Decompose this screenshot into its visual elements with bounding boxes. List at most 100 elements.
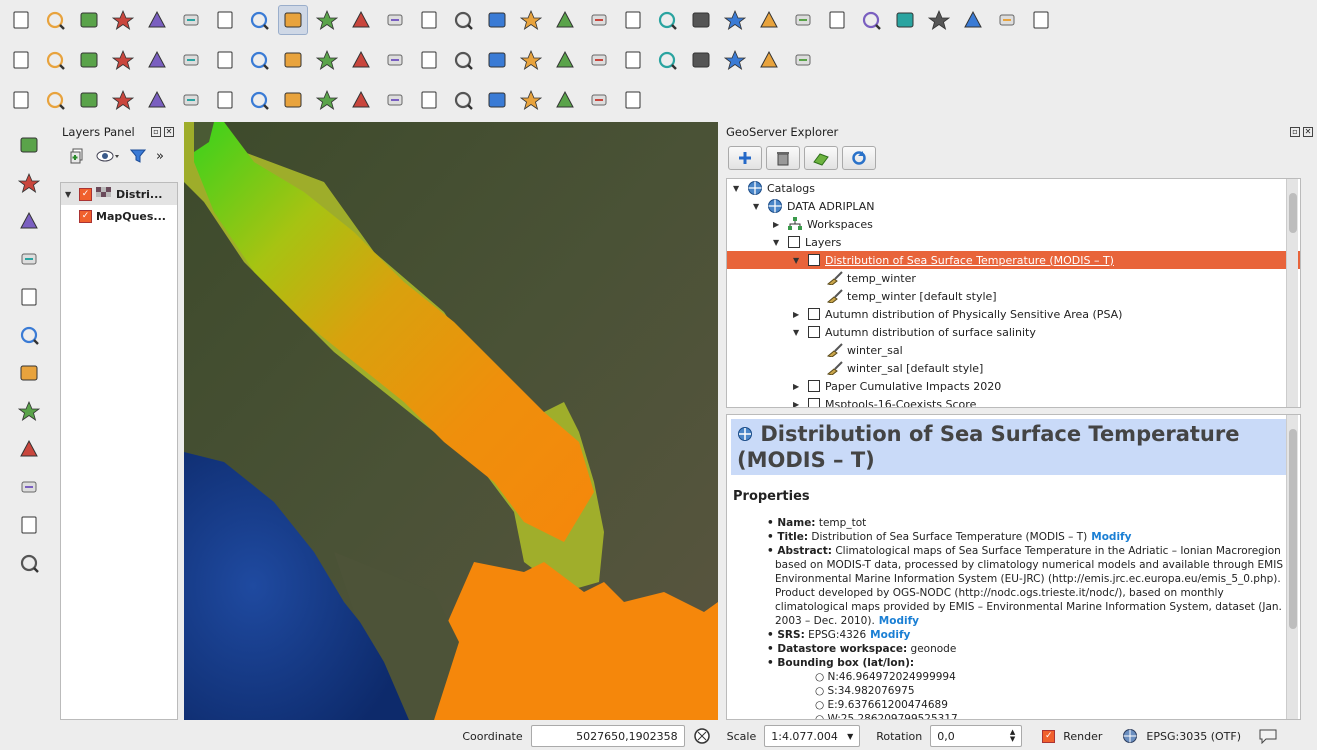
statistical-summary-button[interactable] [822,5,852,35]
copy-features-button[interactable] [278,45,308,75]
rotate-label-button[interactable] [516,45,546,75]
expand-toggle-icon[interactable]: ▶ [773,220,783,229]
tree-item[interactable]: ▼ DATA ADRIPLAN [727,197,1300,215]
digitize-button[interactable] [6,45,36,75]
save-as-button[interactable] [108,5,138,35]
highlight-label-button[interactable] [414,45,444,75]
add-mssql-layer-button[interactable] [12,282,46,312]
delete-ring-button[interactable] [346,85,376,115]
info-scrollbar[interactable] [1286,415,1298,719]
add-wms-layer-button[interactable] [12,320,46,350]
tree-item[interactable]: ▼ Catalogs [727,179,1300,197]
tree-item[interactable]: ▶ Msptools-16-Coexists Score [727,395,1300,408]
new-project-button[interactable] [6,5,36,35]
expand-toggle-icon[interactable]: ▶ [793,400,803,408]
text-annotation-button[interactable] [992,5,1022,35]
rotate-point-symbols-button[interactable] [618,85,648,115]
add-delimited-text-layer-button[interactable] [12,434,46,464]
measure-triangle-button[interactable] [6,85,36,115]
add-postgis-layer-button[interactable] [12,206,46,236]
zoom-native-button[interactable] [346,5,376,35]
zoom-to-selection-button[interactable] [414,5,444,35]
processing-toolbox-button[interactable] [720,45,750,75]
show-bookmarks-button[interactable] [958,5,988,35]
paste-features-button[interactable] [312,45,342,75]
georeferencer-button[interactable] [12,548,46,578]
label-abc-button[interactable] [346,45,376,75]
layer-item[interactable]: ✓ MapQues... [61,205,177,227]
more-tools-icon[interactable]: » [156,149,164,164]
crs-globe-icon[interactable] [1122,728,1138,744]
float-panel-icon[interactable]: ▫ [151,127,161,137]
zoom-out-button[interactable] [312,5,342,35]
select-features-button[interactable] [652,5,682,35]
tree-item[interactable]: winter_sal [727,341,1300,359]
render-checkbox[interactable]: ✓ [1042,729,1056,743]
messages-icon[interactable] [1259,728,1277,744]
show-map-tips-button[interactable] [890,5,920,35]
actions-button[interactable] [618,5,648,35]
refresh-button[interactable] [550,5,580,35]
delete-button[interactable] [766,146,800,170]
pan-map-button[interactable] [210,5,240,35]
pin-label-button[interactable] [380,45,410,75]
add-vector-layer-button[interactable] [12,130,46,160]
python-console-button[interactable] [686,45,716,75]
expand-toggle-icon[interactable]: ▼ [793,256,803,265]
touch-tool-button[interactable] [40,85,70,115]
coordinate-field[interactable]: 5027650,1902358 [530,725,685,747]
expand-toggle-icon[interactable]: ▶ [793,310,803,319]
new-bookmark-button[interactable] [924,5,954,35]
modify-srs-link[interactable]: Modify [870,629,910,641]
csw-client-button[interactable] [584,45,614,75]
plugin-red-button[interactable] [788,45,818,75]
zoom-in-button[interactable] [278,5,308,35]
tree-item[interactable]: ▼ Layers [727,233,1300,251]
tree-item[interactable]: ▶ Paper Cumulative Impacts 2020 [727,377,1300,395]
tree-item[interactable]: ▶ Workspaces [727,215,1300,233]
split-features-button[interactable] [482,85,512,115]
geoserver-explorer-button[interactable] [652,45,682,75]
new-shapefile-layer-button[interactable] [12,510,46,540]
cut-features-button[interactable] [244,45,274,75]
open-project-button[interactable] [40,5,70,35]
add-catalog-button[interactable] [728,146,762,170]
layer-metadata-button[interactable] [618,45,648,75]
undo-button[interactable] [74,85,104,115]
add-point-button[interactable] [108,45,138,75]
add-ring-button[interactable] [244,85,274,115]
manage-visibility-icon[interactable] [96,148,120,164]
tree-item[interactable]: temp_winter [default style] [727,287,1300,305]
modify-title-link[interactable]: Modify [1091,531,1131,543]
refresh-button[interactable] [842,146,876,170]
tree-item[interactable]: winter_sal [default style] [727,359,1300,377]
tree-scrollbar[interactable] [1286,179,1298,407]
reshape-button[interactable] [176,85,206,115]
save-project-button[interactable] [74,5,104,35]
zoom-next-button[interactable] [516,5,546,35]
expand-triangle-icon[interactable]: ▼ [65,190,75,199]
zoom-last-button[interactable] [482,5,512,35]
expand-toggle-icon[interactable]: ▼ [773,238,783,247]
add-virtual-layer-button[interactable] [12,472,46,502]
edit-pencil-button[interactable] [40,45,70,75]
tree-item[interactable]: temp_winter [727,269,1300,287]
add-wcs-layer-button[interactable] [12,396,46,426]
close-panel-icon[interactable]: ✕ [164,127,174,137]
open-field-calculator-button[interactable] [788,5,818,35]
rotation-spinbox[interactable]: 0,0 ▲ ▼ [930,725,1023,747]
add-part-button[interactable] [278,85,308,115]
tree-item[interactable]: ▶ Autumn distribution of Physically Sensi… [727,305,1300,323]
show-layout-manager-button[interactable] [176,5,206,35]
crs-label[interactable]: EPSG:3035 (OTF) [1146,730,1241,743]
help-button[interactable] [1026,5,1056,35]
map-canvas[interactable] [184,122,718,720]
tree-item[interactable]: ▼ Distribution of Sea Surface Temperature… [727,251,1300,269]
add-wfs-layer-button[interactable] [12,358,46,388]
identify-button[interactable] [584,5,614,35]
select-by-value-button[interactable] [686,5,716,35]
measure-button[interactable] [856,5,886,35]
open-attribute-table-button[interactable] [754,5,784,35]
offset-button[interactable] [448,85,478,115]
expand-toggle-icon[interactable]: ▼ [793,328,803,337]
